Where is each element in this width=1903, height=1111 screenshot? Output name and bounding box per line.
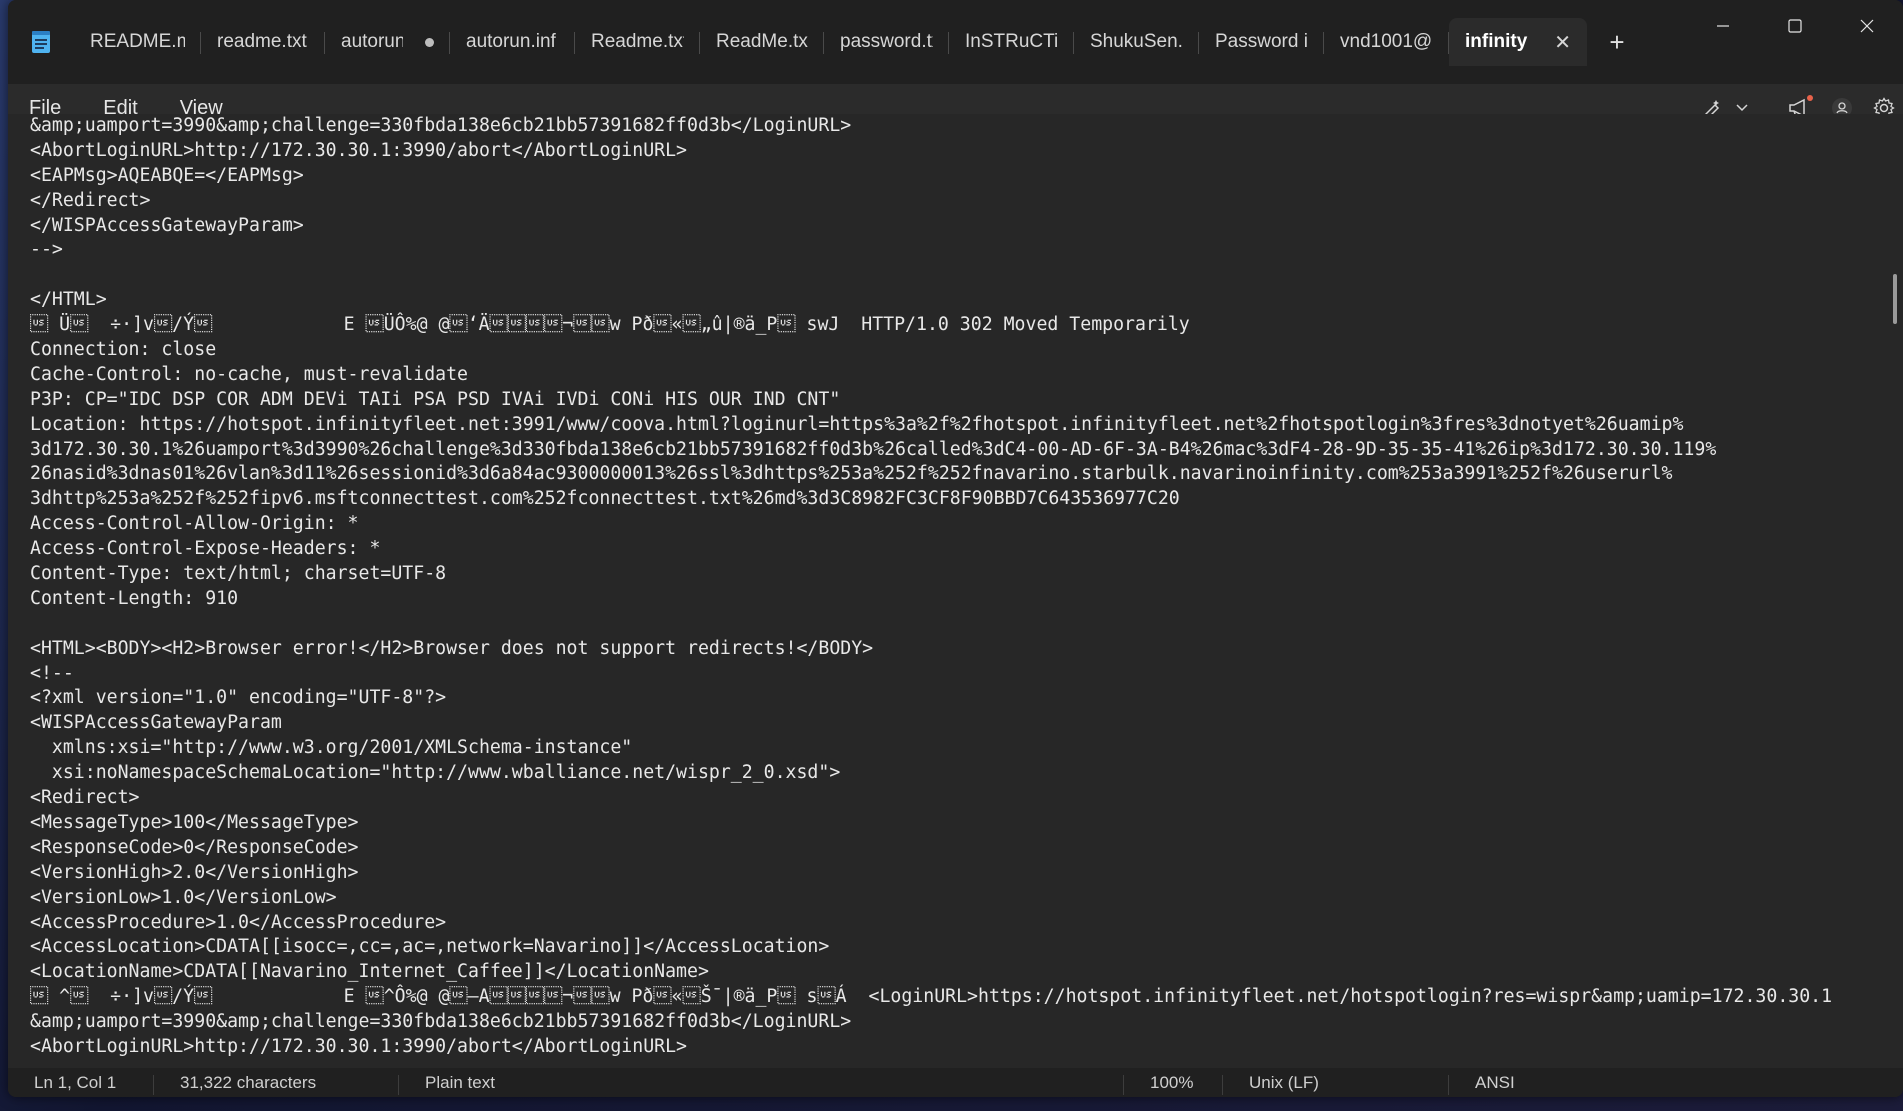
tab-8[interactable]: ShukuSen.ini xyxy=(1074,18,1199,66)
tab-label: autorun.inf xyxy=(466,31,556,52)
text-line: xmlns:xsi="http://www.w3.org/2001/XMLSch… xyxy=(30,737,633,759)
text-line: <ResponseCode>0</ResponseCode> xyxy=(30,836,359,858)
text-line: <AccessProcedure>1.0</AccessProcedure> xyxy=(30,911,447,933)
text-line: xsi:noNamespaceSchemaLocation="http://ww… xyxy=(30,762,841,784)
text-line: <HTML><BODY><H2>Browser error!</H2>Brows… xyxy=(30,637,874,659)
text-line: P3P: CP="IDC DSP COR ADM DEVi TAIi PSA P… xyxy=(30,388,841,410)
scrollbar-thumb[interactable] xyxy=(1893,274,1897,324)
text-line: </WISPAccessGatewayParam> xyxy=(30,214,304,236)
text-line: &amp;uamport=3990&amp;challenge=330fbda1… xyxy=(30,115,852,136)
tab-strip: README.md readme.txt autorun autorun.inf Rea… xyxy=(8,18,1723,66)
minimize-icon xyxy=(1717,25,1729,27)
status-format[interactable]: Plain text xyxy=(399,1073,1124,1095)
text-line: <VersionHigh>2.0</VersionHigh> xyxy=(30,861,359,883)
tab-label: Password is 1 xyxy=(1215,31,1308,52)
text-line: Access-Control-Expose-Headers: * xyxy=(30,538,381,560)
text-line: <Redirect> xyxy=(30,787,140,809)
tab-9[interactable]: Password is 1 xyxy=(1199,18,1324,66)
tab-7[interactable]: InSTRuCTiON xyxy=(949,18,1074,66)
text-line: &amp;uamport=3990&amp;challenge=330fbda1… xyxy=(30,1011,852,1033)
status-character-count: 31,322 characters xyxy=(154,1073,399,1095)
tab-label: InSTRuCTiON xyxy=(965,31,1058,52)
tab-0[interactable]: README.md xyxy=(74,18,201,66)
tab-11[interactable]: infinity ✕ xyxy=(1449,18,1587,66)
text-line: 3dhttp%253a%252f%252fipv6.msftconnecttes… xyxy=(30,488,1180,510)
tab-label: readme.txt xyxy=(217,31,307,52)
window-controls xyxy=(1687,0,1903,52)
tab-10[interactable]: vnd1001@gm xyxy=(1324,18,1449,66)
vertical-scrollbar[interactable] xyxy=(1889,114,1899,1068)
text-line: --> xyxy=(30,239,63,261)
text-line: Connection: close xyxy=(30,339,217,361)
text-line: <AbortLoginURL>http://172.30.30.1:3990/a… xyxy=(30,1035,687,1057)
title-bar: README.md readme.txt autorun autorun.inf Rea… xyxy=(8,0,1903,84)
text-line: Location: https://hotspot.infinityfleet.… xyxy=(30,413,1684,435)
status-cursor-position[interactable]: Ln 1, Col 1 xyxy=(8,1073,154,1095)
text-line: <AbortLoginURL>http://172.30.30.1:3990/a… xyxy=(30,139,687,161)
text-line xyxy=(30,263,1879,288)
text-line: 26nasid%3dnas01%26vlan%3d11%26sessionid%… xyxy=(30,463,1673,485)
tab-2[interactable]: autorun xyxy=(325,18,450,66)
tab-1[interactable]: readme.txt xyxy=(201,18,325,66)
text-line: <MessageType>100</MessageType> xyxy=(30,811,359,833)
text-line: <?xml version="1.0" encoding="UTF-8"?> xyxy=(30,687,447,709)
text-line: <VersionLow>1.0</VersionLow> xyxy=(30,886,337,908)
tab-5[interactable]: ReadMe.txt xyxy=(700,18,824,66)
tab-6[interactable]: password.txt xyxy=(824,18,949,66)
text-line: Access-Control-Allow-Origin: * xyxy=(30,513,359,535)
status-bar: Ln 1, Col 1 31,322 characters Plain text… xyxy=(8,1068,1903,1097)
text-line: Ü ÷·]v /Ý E ÜÔ%@ @ ‘Ä ¬ w Pð « „û|®ä_P s… xyxy=(30,314,1190,336)
status-encoding[interactable]: ANSI xyxy=(1449,1073,1601,1093)
text-line: </HTML> xyxy=(30,289,107,311)
minimize-button[interactable] xyxy=(1687,0,1759,52)
maximize-icon xyxy=(1788,19,1802,33)
tab-label: infinity xyxy=(1465,31,1528,52)
status-zoom[interactable]: 100% xyxy=(1124,1073,1223,1095)
close-tab-icon[interactable]: ✕ xyxy=(1554,30,1571,55)
tab-label: ShukuSen.ini xyxy=(1090,31,1183,52)
text-line: <EAPMsg>AQEABQE=</EAPMsg> xyxy=(30,164,304,186)
notepad-icon xyxy=(8,18,74,66)
notepad-window: README.md readme.txt autorun autorun.inf Rea… xyxy=(8,0,1903,1097)
text-line: 3d172.30.30.1%26uamport%3d3990%26challen… xyxy=(30,438,1717,460)
new-tab-button[interactable]: + xyxy=(1587,18,1647,66)
maximize-button[interactable] xyxy=(1759,0,1831,52)
text-line: Content-Length: 910 xyxy=(30,587,239,609)
unsaved-dot-icon xyxy=(425,37,434,47)
text-line: </Redirect> xyxy=(30,189,151,211)
chevron-down-icon xyxy=(1736,104,1748,112)
status-line-ending[interactable]: Unix (LF) xyxy=(1223,1073,1449,1095)
text-line: <WISPAccessGatewayParam xyxy=(30,712,282,734)
tab-label: password.txt xyxy=(840,31,933,52)
text-line: <!-- xyxy=(30,662,74,684)
tab-4[interactable]: Readme.txt xyxy=(575,18,700,66)
text-line xyxy=(30,612,1879,637)
tab-label: README.md xyxy=(90,31,185,52)
text-line: Cache-Control: no-cache, must-revalidate xyxy=(30,363,468,385)
tab-label: autorun xyxy=(341,31,404,52)
tab-label: Readme.txt xyxy=(591,31,684,52)
document-text[interactable]: &amp;uamport=3990&amp;challenge=330fbda1… xyxy=(30,114,1879,1068)
close-icon xyxy=(1860,19,1874,33)
tab-label: ReadMe.txt xyxy=(716,31,808,52)
text-line: <AccessLocation>CDATA[[isocc=,cc=,ac=,ne… xyxy=(30,936,830,958)
notification-dot xyxy=(1807,95,1813,101)
tab-3[interactable]: autorun.inf xyxy=(450,18,575,66)
text-line: <LocationName>CDATA[[Navarino_Internet_C… xyxy=(30,961,709,983)
text-line: Content-Type: text/html; charset=UTF-8 xyxy=(30,563,447,585)
text-editor[interactable]: &amp;uamport=3990&amp;challenge=330fbda1… xyxy=(8,114,1903,1068)
text-line: ^ ÷·]v /Ý E ^Ô%@ @ –A ¬ w Pð « Š¯|®ä_P s… xyxy=(30,986,1833,1008)
plus-icon: + xyxy=(1609,26,1625,57)
tab-label: vnd1001@gm xyxy=(1340,31,1433,52)
close-window-button[interactable] xyxy=(1831,0,1903,52)
